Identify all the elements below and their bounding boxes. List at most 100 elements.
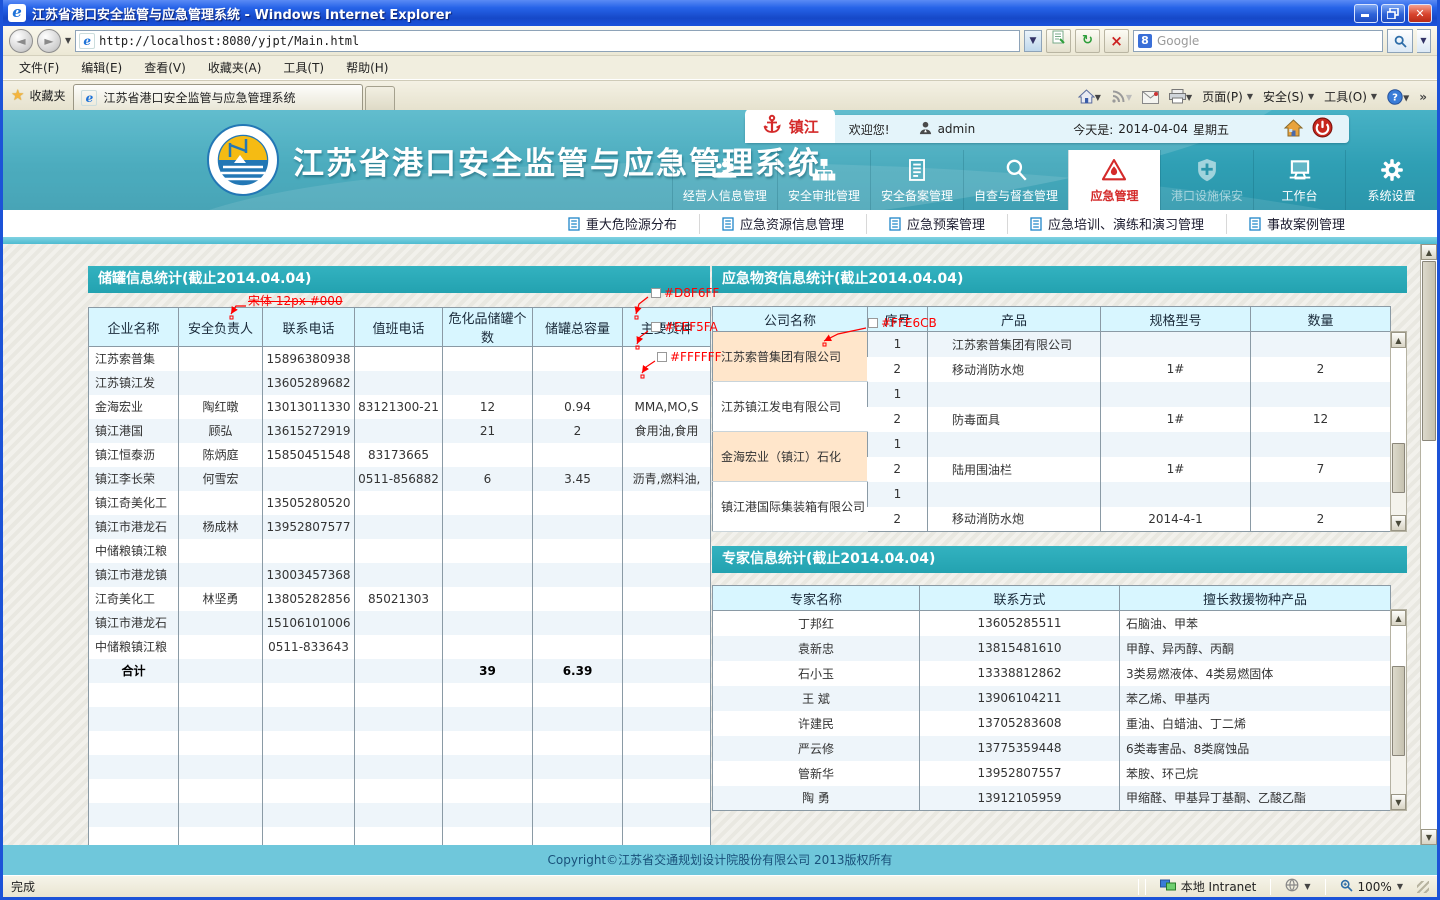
supply-group: 江苏索普集团有限公司 1 江苏索普集团有限公司 2 移动消防水炮 1# 2	[713, 332, 1391, 382]
zoom-icon	[1340, 879, 1353, 895]
feeds-button[interactable]: ▼	[1111, 89, 1132, 104]
cell: 13003457368	[263, 563, 355, 587]
subnav-hazard-distribution[interactable]: 重大危险源分布	[546, 214, 699, 234]
cell: 0511-856882	[355, 467, 443, 491]
search-dropdown[interactable]: ▼	[1417, 29, 1431, 53]
scroll-down-icon[interactable]: ▼	[1421, 829, 1437, 845]
cell: 陶 勇	[713, 786, 920, 811]
cell: 合计	[89, 659, 179, 683]
scroll-down-icon[interactable]: ▼	[1391, 794, 1406, 810]
cell	[1251, 382, 1391, 407]
nav-self-inspection[interactable]: 自查与督查管理	[963, 150, 1068, 210]
nav-safety-filing[interactable]: 安全备案管理	[870, 150, 963, 210]
toolbar-overflow-button[interactable]: »	[1419, 90, 1427, 104]
print-button[interactable]: ▼	[1169, 89, 1192, 104]
subnav-emergency-resources[interactable]: 应急资源信息管理	[699, 214, 866, 234]
address-input[interactable]: e http://localhost:8080/yjpt/Main.html	[75, 30, 1020, 52]
compatibility-view-button[interactable]	[1046, 29, 1071, 53]
google-icon: 8	[1138, 34, 1152, 48]
forward-button[interactable]: ►	[37, 29, 61, 53]
history-dropdown-icon[interactable]: ▼	[65, 36, 71, 45]
cell	[179, 827, 263, 846]
table-row: 王 斌 13906104211 苯乙烯、甲基丙	[713, 686, 1391, 711]
nav-label: 自查与督查管理	[974, 187, 1058, 204]
company-cell: 江苏镇江发电有限公司	[713, 382, 868, 432]
supplies-table-header: 公司名称 序号 产品 规格型号 数量	[713, 307, 1391, 332]
teal-divider	[3, 237, 1437, 244]
scroll-up-icon[interactable]: ▲	[1391, 610, 1406, 626]
home-shortcut-icon[interactable]	[1283, 118, 1304, 141]
page-scrollbar[interactable]: ▲ ▼	[1420, 244, 1437, 845]
nav-operator-info[interactable]: 经营人信息管理	[672, 150, 777, 210]
nav-port-facility-security[interactable]: 港口设施保安	[1160, 150, 1253, 210]
restore-button[interactable]	[1381, 4, 1405, 23]
menu-tools[interactable]: 工具(T)	[273, 56, 334, 79]
scroll-down-icon[interactable]: ▼	[1391, 515, 1406, 531]
tools-menu-button[interactable]: 工具(O)▼	[1324, 88, 1377, 105]
cell: 13615272919	[263, 419, 355, 443]
minimize-button[interactable]	[1354, 4, 1378, 23]
nav-emergency-management[interactable]: 应急管理	[1068, 150, 1160, 210]
browser-tab[interactable]: e 江苏省港口安全监管与应急管理系统	[73, 84, 363, 110]
subnav-accident-cases[interactable]: 事故案例管理	[1226, 214, 1367, 234]
menu-edit[interactable]: 编辑(E)	[71, 56, 132, 79]
menu-bar: 文件(F) 编辑(E) 查看(V) 收藏夹(A) 工具(T) 帮助(H)	[3, 56, 1437, 80]
cell	[623, 443, 711, 467]
security-menu-button[interactable]: 安全(S)▼	[1263, 88, 1314, 105]
address-dropdown[interactable]: ▼	[1024, 30, 1042, 52]
cell: 1#	[1101, 407, 1251, 432]
scroll-thumb[interactable]	[1392, 666, 1405, 756]
cell	[89, 755, 179, 779]
protected-mode-button[interactable]: ▼	[1277, 878, 1318, 895]
cell: 39	[443, 659, 533, 683]
back-button[interactable]: ◄	[9, 29, 33, 53]
cell	[355, 515, 443, 539]
menu-help[interactable]: 帮助(H)	[336, 56, 398, 79]
new-tab-button[interactable]	[365, 86, 395, 110]
subnav-training-drills[interactable]: 应急培训、演练和演习管理	[1007, 214, 1226, 234]
region-tab[interactable]: 镇江	[745, 110, 835, 143]
subnav-emergency-plans[interactable]: 应急预案管理	[866, 214, 1007, 234]
cell	[263, 803, 355, 827]
cell	[623, 779, 711, 803]
scroll-up-icon[interactable]: ▲	[1391, 332, 1406, 348]
annotation-header-bg: #D8F6FF	[651, 286, 719, 300]
cell: 移动消防水炮	[928, 357, 1101, 382]
zoom-control[interactable]: 100% ▼	[1332, 879, 1411, 895]
read-mail-button[interactable]	[1142, 90, 1159, 104]
col-header: 联系电话	[263, 308, 355, 347]
nav-system-settings[interactable]: 系统设置	[1345, 150, 1437, 210]
nav-workbench[interactable]: 工作台	[1253, 150, 1345, 210]
refresh-button[interactable]: ↻	[1075, 29, 1100, 53]
search-input[interactable]: 8 Google	[1133, 30, 1383, 52]
stop-button[interactable]: ×	[1104, 29, 1129, 53]
table-row	[89, 779, 711, 803]
cell	[179, 803, 263, 827]
close-button[interactable]: ✕	[1408, 4, 1432, 23]
help-button[interactable]: ?▼	[1387, 89, 1409, 105]
menu-file[interactable]: 文件(F)	[9, 56, 69, 79]
search-button[interactable]	[1387, 29, 1413, 53]
menu-view[interactable]: 查看(V)	[134, 56, 196, 79]
scroll-thumb[interactable]	[1392, 443, 1405, 493]
scroll-thumb[interactable]	[1422, 261, 1436, 441]
home-button[interactable]: ▼	[1078, 89, 1101, 104]
resize-grip[interactable]	[1417, 881, 1429, 893]
supply-group: 金海宏业（镇江）石化 1 2 陆用围油栏 1# 7	[713, 432, 1391, 482]
scroll-up-icon[interactable]: ▲	[1421, 244, 1437, 260]
search-placeholder: Google	[1157, 34, 1199, 48]
cell: 13505280520	[263, 491, 355, 515]
menu-favorites[interactable]: 收藏夹(A)	[198, 56, 272, 79]
logout-power-icon[interactable]	[1312, 117, 1333, 141]
cell: MMA,MO,S	[623, 395, 711, 419]
cell: 镇江市港龙石	[89, 515, 179, 539]
cell: 12	[443, 395, 533, 419]
favorites-button[interactable]: ★ 收藏夹	[7, 86, 73, 110]
supplies-scrollbar[interactable]: ▲ ▼	[1390, 331, 1407, 532]
page-menu-button[interactable]: 页面(P)▼	[1202, 88, 1253, 105]
expert-scrollbar[interactable]: ▲ ▼	[1390, 609, 1407, 811]
cell	[533, 731, 623, 755]
cell	[355, 779, 443, 803]
command-bar: ▼ ▼ ▼ 页面(P)▼ 安全(S)▼ 工具(O)▼ ?▼ »	[1078, 88, 1433, 110]
nav-safety-approval[interactable]: 安全审批管理	[777, 150, 870, 210]
